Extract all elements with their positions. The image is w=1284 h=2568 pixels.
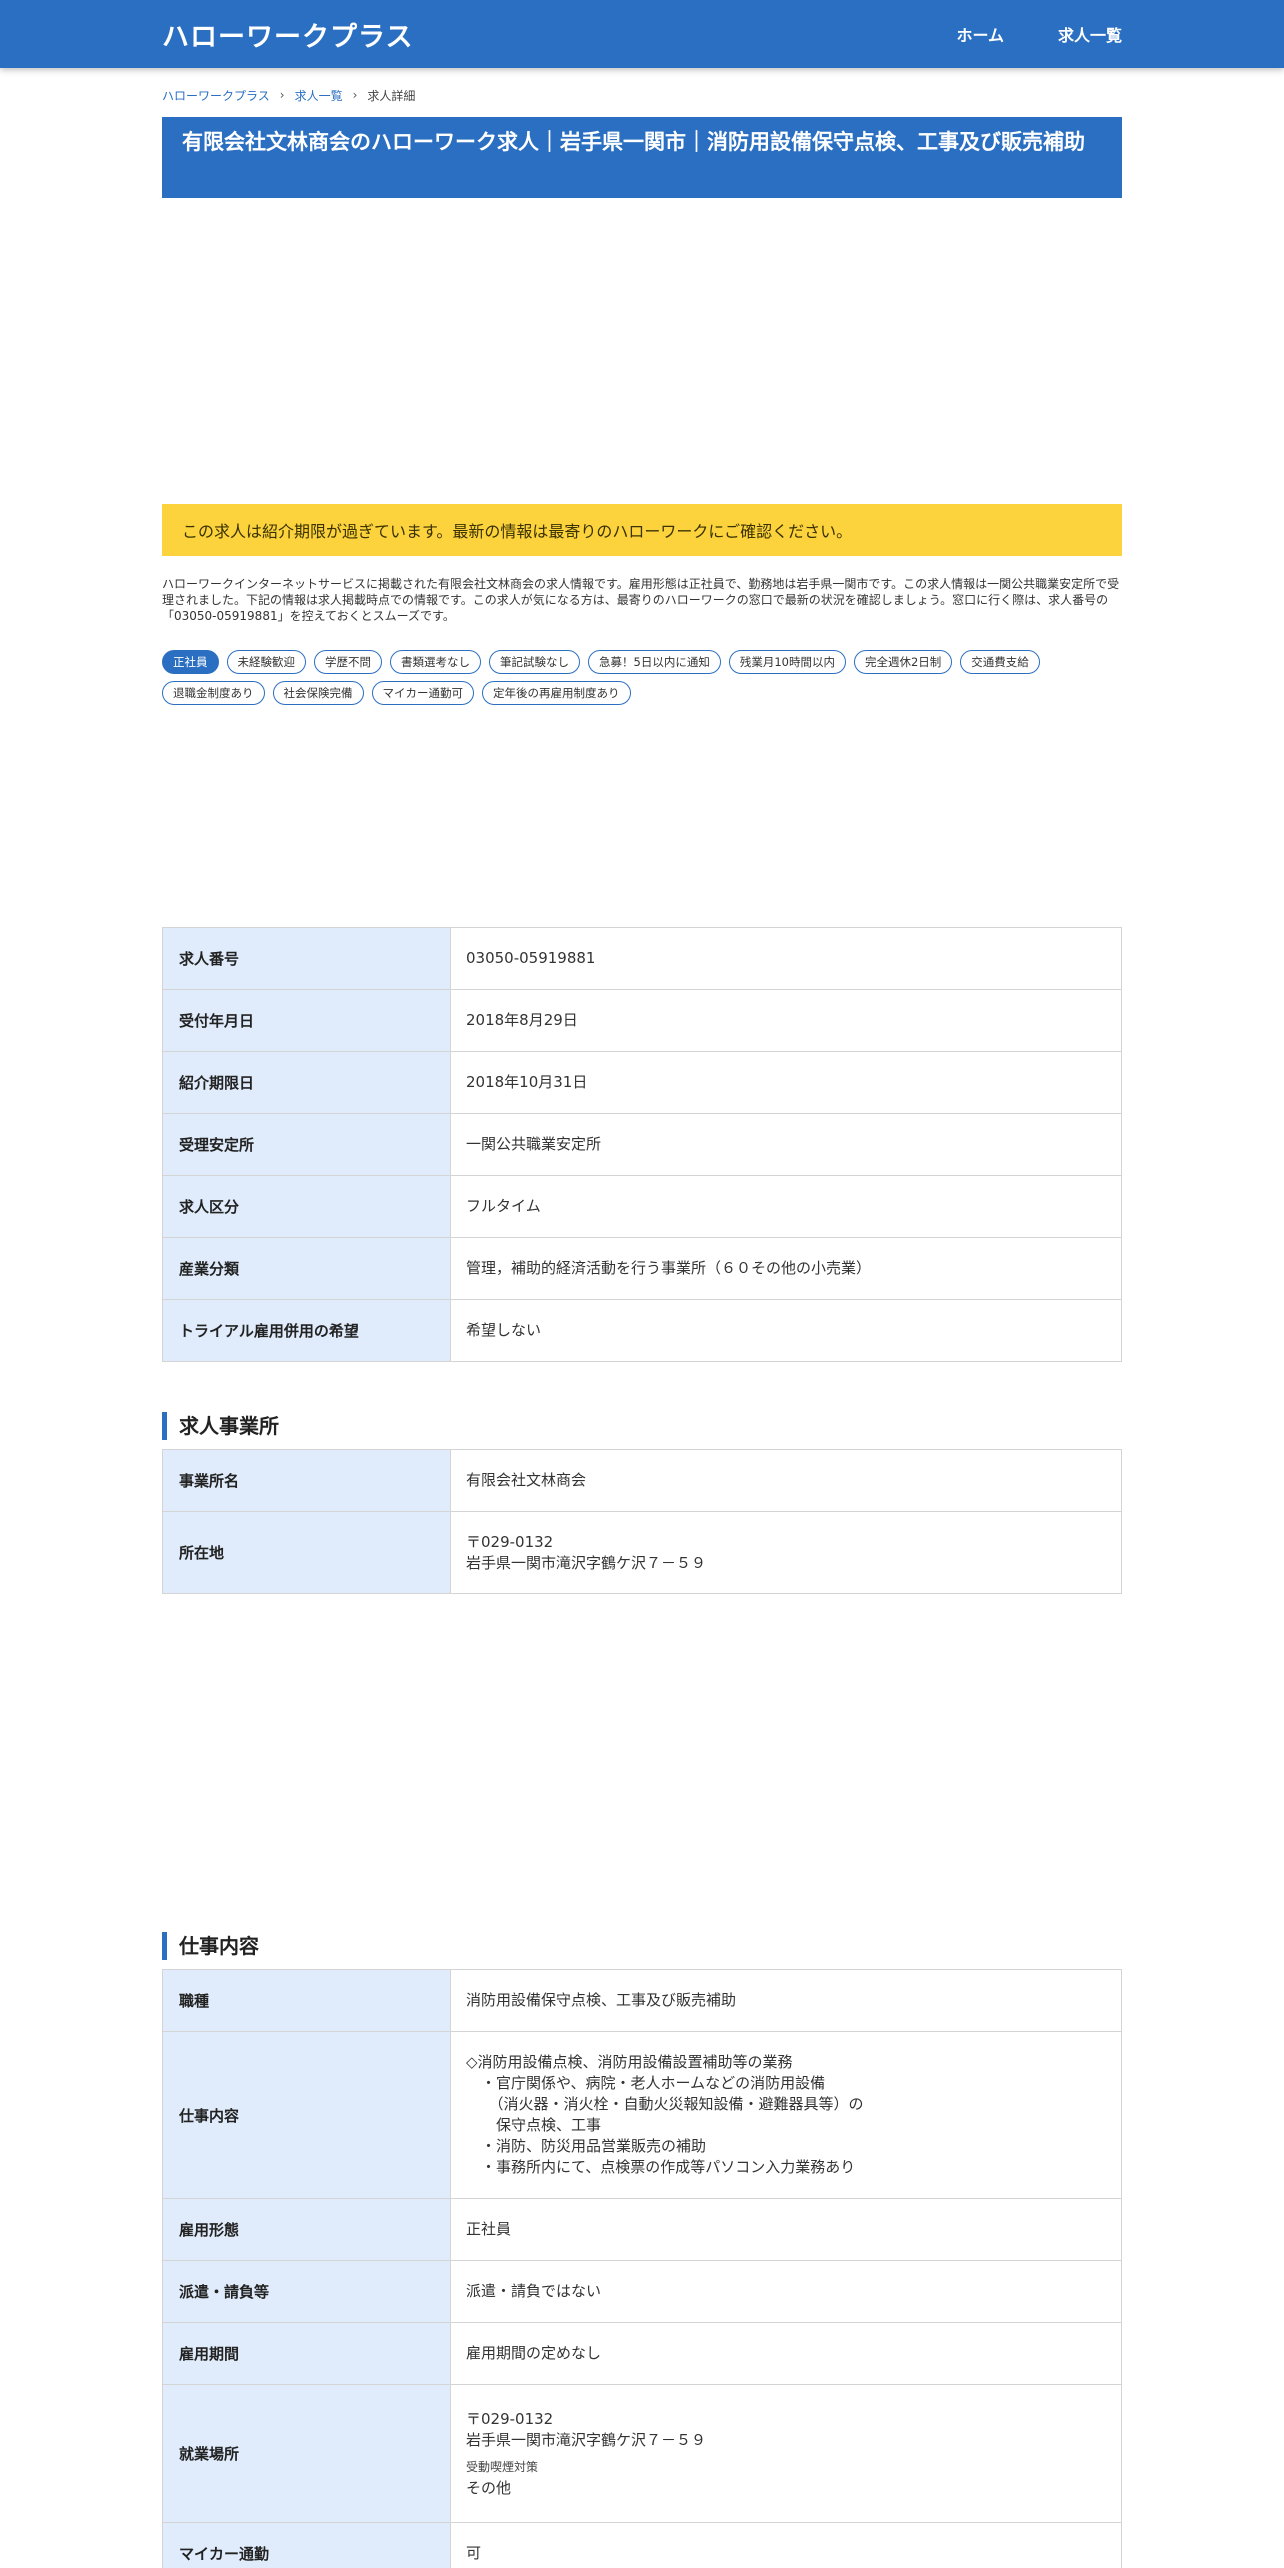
deadline-value: 2018年10月31日 xyxy=(450,1051,1122,1114)
chevron-right-icon: › xyxy=(352,88,358,102)
tag-no-written-test: 筆記試験なし xyxy=(489,650,580,674)
table-row: マイカー通勤 可 xyxy=(162,2522,1122,2568)
employer-name-value: 有限会社文林商会 xyxy=(450,1449,1122,1512)
tag-quick-notice: 急募！5日以内に通知 xyxy=(588,650,721,674)
table-row: 派遣・請負等 派遣・請負ではない xyxy=(162,2260,1122,2323)
table-row: 就業場所 〒029-0132 岩手県一関市滝沢字鶴ケ沢７－５９ 受動喫煙対策 そ… xyxy=(162,2384,1122,2523)
main-nav: ホーム 求人一覧 xyxy=(956,22,1122,46)
industry-value: 管理，補助的経済活動を行う事業所（６０その他の小売業） xyxy=(450,1237,1122,1300)
job-number-value: 03050-05919881 xyxy=(450,927,1122,990)
trial-value: 希望しない xyxy=(450,1299,1122,1362)
table-row: 受付年月日 2018年8月29日 xyxy=(162,989,1122,1052)
main-content: ハローワークプラス › 求人一覧 › 求人詳細 有限会社文林商会のハローワーク求… xyxy=(162,85,1122,2568)
period-value: 雇用期間の定めなし xyxy=(450,2322,1122,2385)
tag-no-education-req: 学歴不問 xyxy=(314,650,382,674)
breadcrumb-home-link[interactable]: ハローワークプラス xyxy=(162,87,270,104)
job-section-title: 仕事内容 xyxy=(162,1932,1122,1960)
tag-transport-allowance: 交通費支給 xyxy=(960,650,1040,674)
ad-placeholder xyxy=(162,705,1122,927)
received-date-value: 2018年8月29日 xyxy=(450,989,1122,1052)
dispatch-value: 派遣・請負ではない xyxy=(450,2260,1122,2323)
nav-home-link[interactable]: ホーム xyxy=(956,22,1004,46)
row-label: 受付年月日 xyxy=(162,989,451,1052)
smoking-policy-label: 受動喫煙対策 xyxy=(466,2459,539,2474)
smoking-policy-value: その他 xyxy=(466,2478,512,2497)
occupation-value: 消防用設備保守点検、工事及び販売補助 xyxy=(450,1969,1122,2032)
tag-retirement-allowance: 退職金制度あり xyxy=(162,681,265,705)
ad-placeholder xyxy=(162,1594,1122,1932)
row-label: 所在地 xyxy=(162,1511,451,1594)
employer-section-title: 求人事業所 xyxy=(162,1412,1122,1440)
job-summary-table: 求人番号 03050-05919881 受付年月日 2018年8月29日 紹介期… xyxy=(162,927,1122,1362)
nav-job-list-link[interactable]: 求人一覧 xyxy=(1058,22,1122,46)
table-row: 産業分類 管理，補助的経済活動を行う事業所（６０その他の小売業） xyxy=(162,1237,1122,1300)
page-title: 有限会社文林商会のハローワーク求人｜岩手県一関市｜消防用設備保守点検、工事及び販… xyxy=(162,117,1122,198)
tag-social-insurance: 社会保険完備 xyxy=(272,681,364,705)
expired-notice: この求人は紹介期限が過ぎています。最新の情報は最寄りのハローワークにご確認くださ… xyxy=(162,504,1122,556)
row-label: 派遣・請負等 xyxy=(162,2260,451,2323)
chevron-right-icon: › xyxy=(279,88,285,102)
table-row: 紹介期限日 2018年10月31日 xyxy=(162,1051,1122,1114)
tag-rehire-after-retirement: 定年後の再雇用制度あり xyxy=(482,681,631,705)
row-label: 仕事内容 xyxy=(162,2031,451,2199)
table-row: 職種 消防用設備保守点検、工事及び販売補助 xyxy=(162,1969,1122,2032)
table-row: 雇用形態 正社員 xyxy=(162,2198,1122,2261)
employer-table: 事業所名 有限会社文林商会 所在地 〒029-0132 岩手県一関市滝沢字鶴ケ沢… xyxy=(162,1449,1122,1594)
job-description-value: ◇消防用設備点検、消防用設備設置補助等の業務 ・官庁関係や、病院・老人ホームなど… xyxy=(450,2031,1122,2199)
tag-two-days-off: 完全週休2日制 xyxy=(853,650,953,674)
row-label: 職種 xyxy=(162,1969,451,2032)
workplace-postal: 〒029-0132 xyxy=(466,2409,554,2428)
job-detail-table: 職種 消防用設備保守点検、工事及び販売補助 仕事内容 ◇消防用設備点検、消防用設… xyxy=(162,1969,1122,2568)
row-label: 求人区分 xyxy=(162,1175,451,1238)
car-commute-value: 可 xyxy=(450,2522,1122,2568)
ad-placeholder xyxy=(162,198,1122,504)
table-row: 受理安定所 一関公共職業安定所 xyxy=(162,1113,1122,1176)
row-label: トライアル雇用併用の希望 xyxy=(162,1299,451,1362)
table-row: 所在地 〒029-0132 岩手県一関市滝沢字鶴ケ沢７－５９ xyxy=(162,1511,1122,1594)
row-label: 紹介期限日 xyxy=(162,1051,451,1114)
row-label: 雇用形態 xyxy=(162,2198,451,2261)
breadcrumb-job-list-link[interactable]: 求人一覧 xyxy=(295,87,343,104)
row-label: 事業所名 xyxy=(162,1449,451,1512)
breadcrumb: ハローワークプラス › 求人一覧 › 求人詳細 xyxy=(162,85,1122,105)
workplace-cell: 〒029-0132 岩手県一関市滝沢字鶴ケ沢７－５９ 受動喫煙対策 その他 xyxy=(450,2384,1122,2523)
table-row: 事業所名 有限会社文林商会 xyxy=(162,1449,1122,1512)
tag-no-experience: 未経験歓迎 xyxy=(226,650,306,674)
site-header: ハローワークプラス ホーム 求人一覧 xyxy=(0,0,1284,68)
row-label: 受理安定所 xyxy=(162,1113,451,1176)
row-label: マイカー通勤 xyxy=(162,2522,451,2568)
workplace-address: 岩手県一関市滝沢字鶴ケ沢７－５９ xyxy=(466,2430,707,2449)
tag-full-time: 正社員 xyxy=(162,650,219,674)
row-label: 産業分類 xyxy=(162,1237,451,1300)
postal-code: 〒029-0132 xyxy=(466,1532,554,1551)
office-value: 一関公共職業安定所 xyxy=(450,1113,1122,1176)
tag-no-document-screening: 書類選考なし xyxy=(390,650,481,674)
table-row: 求人区分 フルタイム xyxy=(162,1175,1122,1238)
address-text: 岩手県一関市滝沢字鶴ケ沢７－５９ xyxy=(466,1553,707,1572)
table-row: 仕事内容 ◇消防用設備点検、消防用設備設置補助等の業務 ・官庁関係や、病院・老人… xyxy=(162,2031,1122,2199)
table-row: 雇用期間 雇用期間の定めなし xyxy=(162,2322,1122,2385)
table-row: 求人番号 03050-05919881 xyxy=(162,927,1122,990)
row-label: 求人番号 xyxy=(162,927,451,990)
site-logo-link[interactable]: ハローワークプラス xyxy=(162,15,413,54)
category-value: フルタイム xyxy=(450,1175,1122,1238)
row-label: 雇用期間 xyxy=(162,2322,451,2385)
tag-car-commute: マイカー通勤可 xyxy=(371,681,474,705)
breadcrumb-current: 求人詳細 xyxy=(367,88,416,103)
tag-low-overtime: 残業月10時間以内 xyxy=(728,650,846,674)
intro-text: ハローワークインターネットサービスに掲載された有限会社文林商会の求人情報です。雇… xyxy=(162,577,1120,623)
employment-type-value: 正社員 xyxy=(450,2198,1122,2261)
table-row: トライアル雇用併用の希望 希望しない xyxy=(162,1299,1122,1362)
employer-address-cell: 〒029-0132 岩手県一関市滝沢字鶴ケ沢７－５９ xyxy=(450,1511,1122,1594)
feature-tags: 正社員 未経験歓迎 学歴不問 書類選考なし 筆記試験なし 急募！5日以内に通知 … xyxy=(162,650,1122,705)
row-label: 就業場所 xyxy=(162,2384,451,2523)
